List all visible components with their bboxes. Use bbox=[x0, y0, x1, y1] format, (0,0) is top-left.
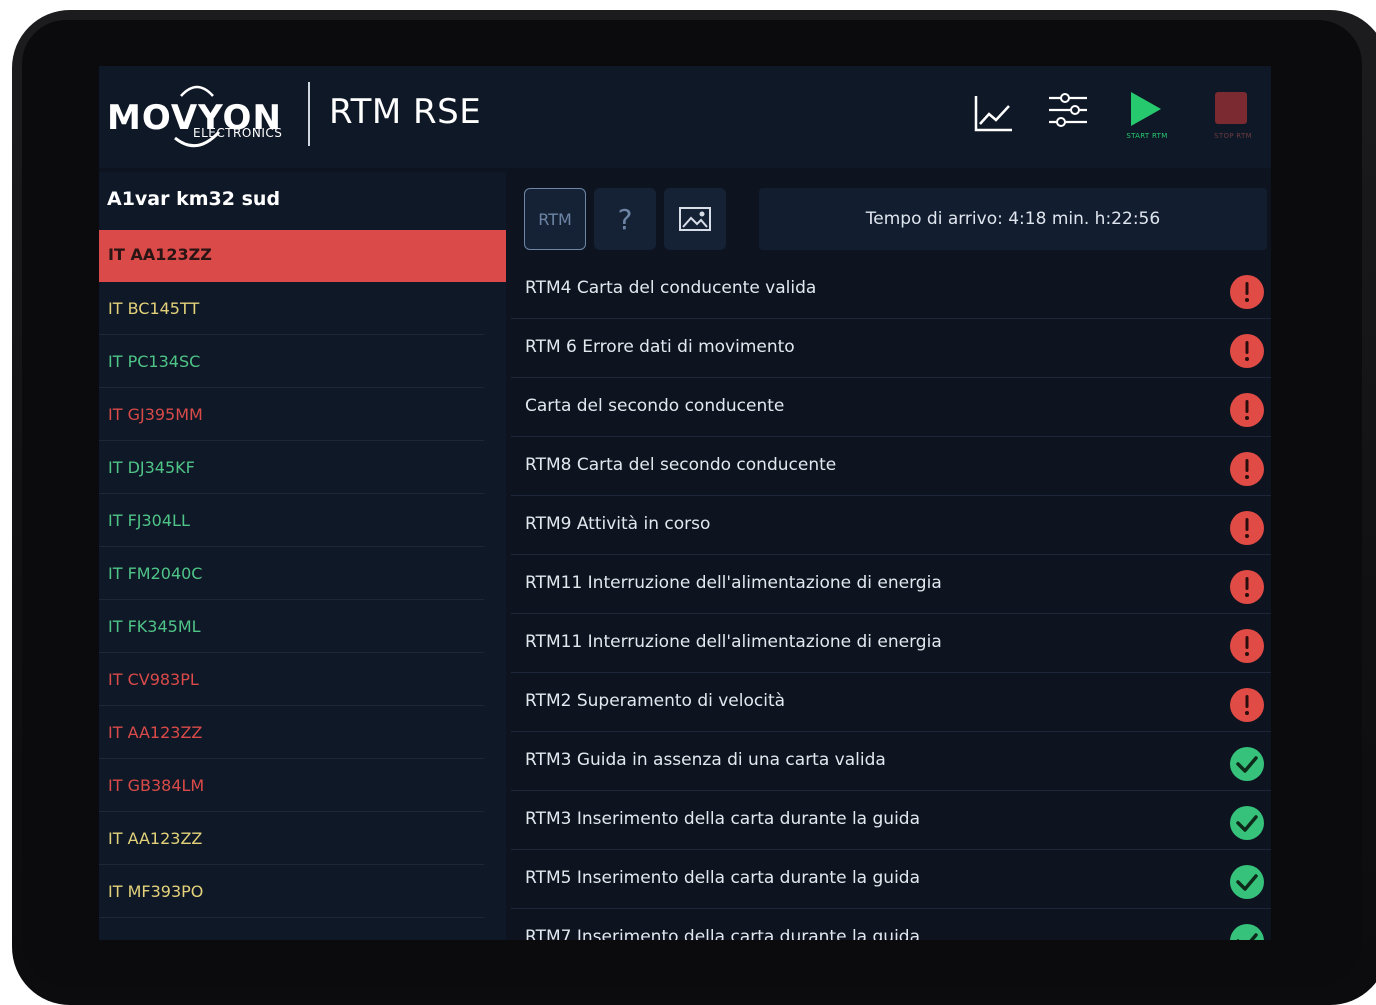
header-divider bbox=[308, 82, 310, 146]
start-rtm-label: START RTM bbox=[1126, 132, 1168, 140]
plate-item[interactable]: IT MF393PO bbox=[99, 865, 484, 918]
alert-icon bbox=[1230, 452, 1264, 486]
check-label: RTM3 Guida in assenza di una carta valid… bbox=[525, 750, 886, 770]
plate-item[interactable]: IT AA123ZZ bbox=[99, 230, 506, 282]
app-screen: MOVYON ELECTRONICS RTM RSE START RTM STO… bbox=[99, 66, 1271, 940]
alert-icon bbox=[1230, 334, 1264, 368]
alert-icon bbox=[1230, 393, 1264, 427]
plate-item[interactable]: IT FM2040C bbox=[99, 547, 484, 600]
plate-item[interactable]: IT AA123ZZ bbox=[99, 812, 484, 865]
check-row[interactable]: RTM9 Attività in corso bbox=[511, 496, 1271, 555]
check-label: RTM 6 Errore dati di movimento bbox=[525, 337, 795, 357]
stop-icon bbox=[1215, 92, 1247, 124]
logo-subtitle: ELECTRONICS bbox=[193, 126, 283, 140]
tab-help-label: ? bbox=[617, 202, 633, 236]
arrival-time: Tempo di arrivo: 4:18 min. h:22:56 bbox=[759, 188, 1267, 250]
alert-icon bbox=[1230, 629, 1264, 663]
tab-help[interactable]: ? bbox=[594, 188, 656, 250]
app-title: RTM RSE bbox=[329, 92, 482, 132]
alert-icon bbox=[1230, 570, 1264, 604]
app-header: MOVYON ELECTRONICS RTM RSE START RTM STO… bbox=[99, 66, 1271, 168]
movyon-logo: MOVYON ELECTRONICS bbox=[107, 80, 297, 154]
check-row[interactable]: RTM5 Inserimento della carta durante la … bbox=[511, 850, 1271, 909]
check-row[interactable]: Carta del secondo conducente bbox=[511, 378, 1271, 437]
check-label: RTM3 Inserimento della carta durante la … bbox=[525, 809, 921, 829]
station-title: A1var km32 sud bbox=[107, 188, 281, 210]
alert-icon bbox=[1230, 688, 1264, 722]
check-icon bbox=[1230, 865, 1264, 899]
check-row[interactable]: RTM2 Superamento di velocità bbox=[511, 673, 1271, 732]
check-label: RTM4 Carta del conducente valida bbox=[525, 278, 817, 298]
alert-icon bbox=[1230, 275, 1264, 309]
plate-item[interactable]: IT DJ345KF bbox=[99, 441, 484, 494]
image-icon bbox=[679, 207, 711, 231]
check-icon bbox=[1230, 924, 1264, 940]
check-icon bbox=[1230, 747, 1264, 781]
vehicle-sidebar: A1var km32 sud IT AA123ZZ IT BC145TT IT PC… bbox=[99, 172, 506, 940]
plate-item[interactable]: IT AA123ZZ bbox=[99, 706, 484, 759]
plate-item[interactable]: IT BC145TT bbox=[99, 282, 484, 335]
plate-item[interactable]: IT CV983PL bbox=[99, 653, 484, 706]
plate-item[interactable]: IT FK345ML bbox=[99, 600, 484, 653]
chart-button[interactable] bbox=[969, 88, 1029, 148]
alert-icon bbox=[1230, 511, 1264, 545]
play-icon bbox=[1131, 92, 1161, 126]
check-row[interactable]: RTM11 Interruzione dell'alimentazione di… bbox=[511, 555, 1271, 614]
check-label: RTM9 Attività in corso bbox=[525, 514, 711, 534]
check-row[interactable]: RTM4 Carta del conducente valida bbox=[511, 260, 1271, 319]
check-row[interactable]: RTM 6 Errore dati di movimento bbox=[511, 319, 1271, 378]
plate-item[interactable]: IT GJ395MM bbox=[99, 388, 484, 441]
stop-rtm-button[interactable]: STOP RTM bbox=[1203, 88, 1263, 148]
sliders-icon bbox=[1049, 93, 1087, 127]
check-row[interactable]: RTM3 Guida in assenza di una carta valid… bbox=[511, 732, 1271, 791]
check-panel: RTM ? Tempo di arrivo: 4:18 min. h:22:56… bbox=[511, 172, 1271, 940]
check-label: RTM5 Inserimento della carta durante la … bbox=[525, 868, 921, 888]
check-icon bbox=[1230, 806, 1264, 840]
check-label: RTM2 Superamento di velocità bbox=[525, 691, 786, 711]
check-row[interactable]: RTM11 Interruzione dell'alimentazione di… bbox=[511, 614, 1271, 673]
check-row[interactable]: RTM7 Inserimento della carta durante la … bbox=[511, 909, 1271, 940]
start-rtm-button[interactable]: START RTM bbox=[1117, 88, 1177, 148]
settings-button[interactable] bbox=[1043, 88, 1103, 148]
plate-item[interactable]: IT GB384LM bbox=[99, 759, 484, 812]
check-row[interactable]: RTM8 Carta del secondo conducente bbox=[511, 437, 1271, 496]
check-label: RTM7 Inserimento della carta durante la … bbox=[525, 927, 921, 940]
tab-image[interactable] bbox=[664, 188, 726, 250]
plate-item[interactable]: IT PC134SC bbox=[99, 335, 484, 388]
line-chart-icon bbox=[974, 96, 1012, 132]
tab-rtm[interactable]: RTM bbox=[524, 188, 586, 250]
check-label: RTM8 Carta del secondo conducente bbox=[525, 455, 837, 475]
plate-list: IT AA123ZZ IT BC145TT IT PC134SC IT GJ395MM… bbox=[99, 230, 506, 918]
check-list: RTM4 Carta del conducente valida RTM 6 Er… bbox=[511, 260, 1271, 940]
check-label: RTM11 Interruzione dell'alimentazione di… bbox=[525, 632, 942, 652]
plate-item[interactable]: IT FJ304LL bbox=[99, 494, 484, 547]
tab-rtm-label: RTM bbox=[538, 209, 572, 229]
check-row[interactable]: RTM3 Inserimento della carta durante la … bbox=[511, 791, 1271, 850]
check-label: RTM11 Interruzione dell'alimentazione di… bbox=[525, 573, 942, 593]
stop-rtm-label: STOP RTM bbox=[1214, 132, 1252, 140]
check-label: Carta del secondo conducente bbox=[525, 396, 785, 416]
